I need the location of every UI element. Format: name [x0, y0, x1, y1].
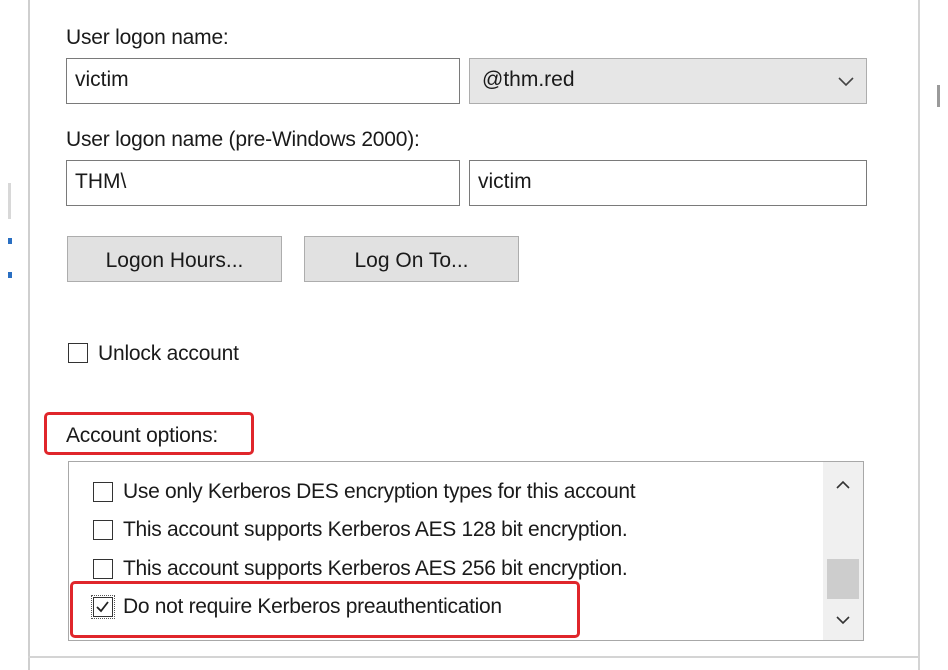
logon-name-label: User logon name:: [66, 26, 229, 49]
highlight-no-preauth: [70, 581, 580, 638]
unlock-account-checkbox[interactable]: [68, 343, 88, 363]
logon-hours-button[interactable]: Logon Hours...: [67, 236, 282, 282]
aes128-label: This account supports Kerberos AES 128 b…: [123, 518, 628, 541]
upn-suffix-value: @thm.red: [482, 68, 575, 91]
prewin-logon-label: User logon name (pre-Windows 2000):: [66, 128, 420, 151]
left-tree-marker: [8, 272, 12, 278]
des-only-checkbox[interactable]: [93, 482, 113, 502]
aes256-checkbox[interactable]: [93, 559, 113, 579]
prewin-logon-input[interactable]: victim: [469, 160, 867, 206]
aes256-label: This account supports Kerberos AES 256 b…: [123, 557, 628, 580]
highlight-account-options: [44, 412, 254, 455]
list-scrollbar[interactable]: [823, 462, 863, 640]
prewin-domain-field: THM\: [66, 160, 460, 206]
right-divider: [918, 0, 920, 670]
unlock-account-label: Unlock account: [98, 342, 239, 365]
scroll-up-icon[interactable]: [836, 480, 850, 489]
scrollbar-thumb[interactable]: [827, 559, 859, 599]
left-panel-edge: [0, 0, 30, 670]
left-scrollbar-fragment: [8, 183, 11, 219]
chevron-down-icon: [838, 77, 854, 87]
scroll-down-icon[interactable]: [836, 616, 850, 625]
log-on-to-button[interactable]: Log On To...: [304, 236, 519, 282]
bottom-divider: [28, 656, 920, 658]
right-scrollbar-fragment: [937, 85, 940, 107]
upn-suffix-dropdown[interactable]: @thm.red: [469, 58, 867, 104]
logon-name-input[interactable]: victim: [66, 58, 460, 104]
aes128-checkbox[interactable]: [93, 520, 113, 540]
left-divider: [28, 0, 30, 670]
left-tree-marker: [8, 238, 12, 244]
des-only-label: Use only Kerberos DES encryption types f…: [123, 480, 636, 503]
